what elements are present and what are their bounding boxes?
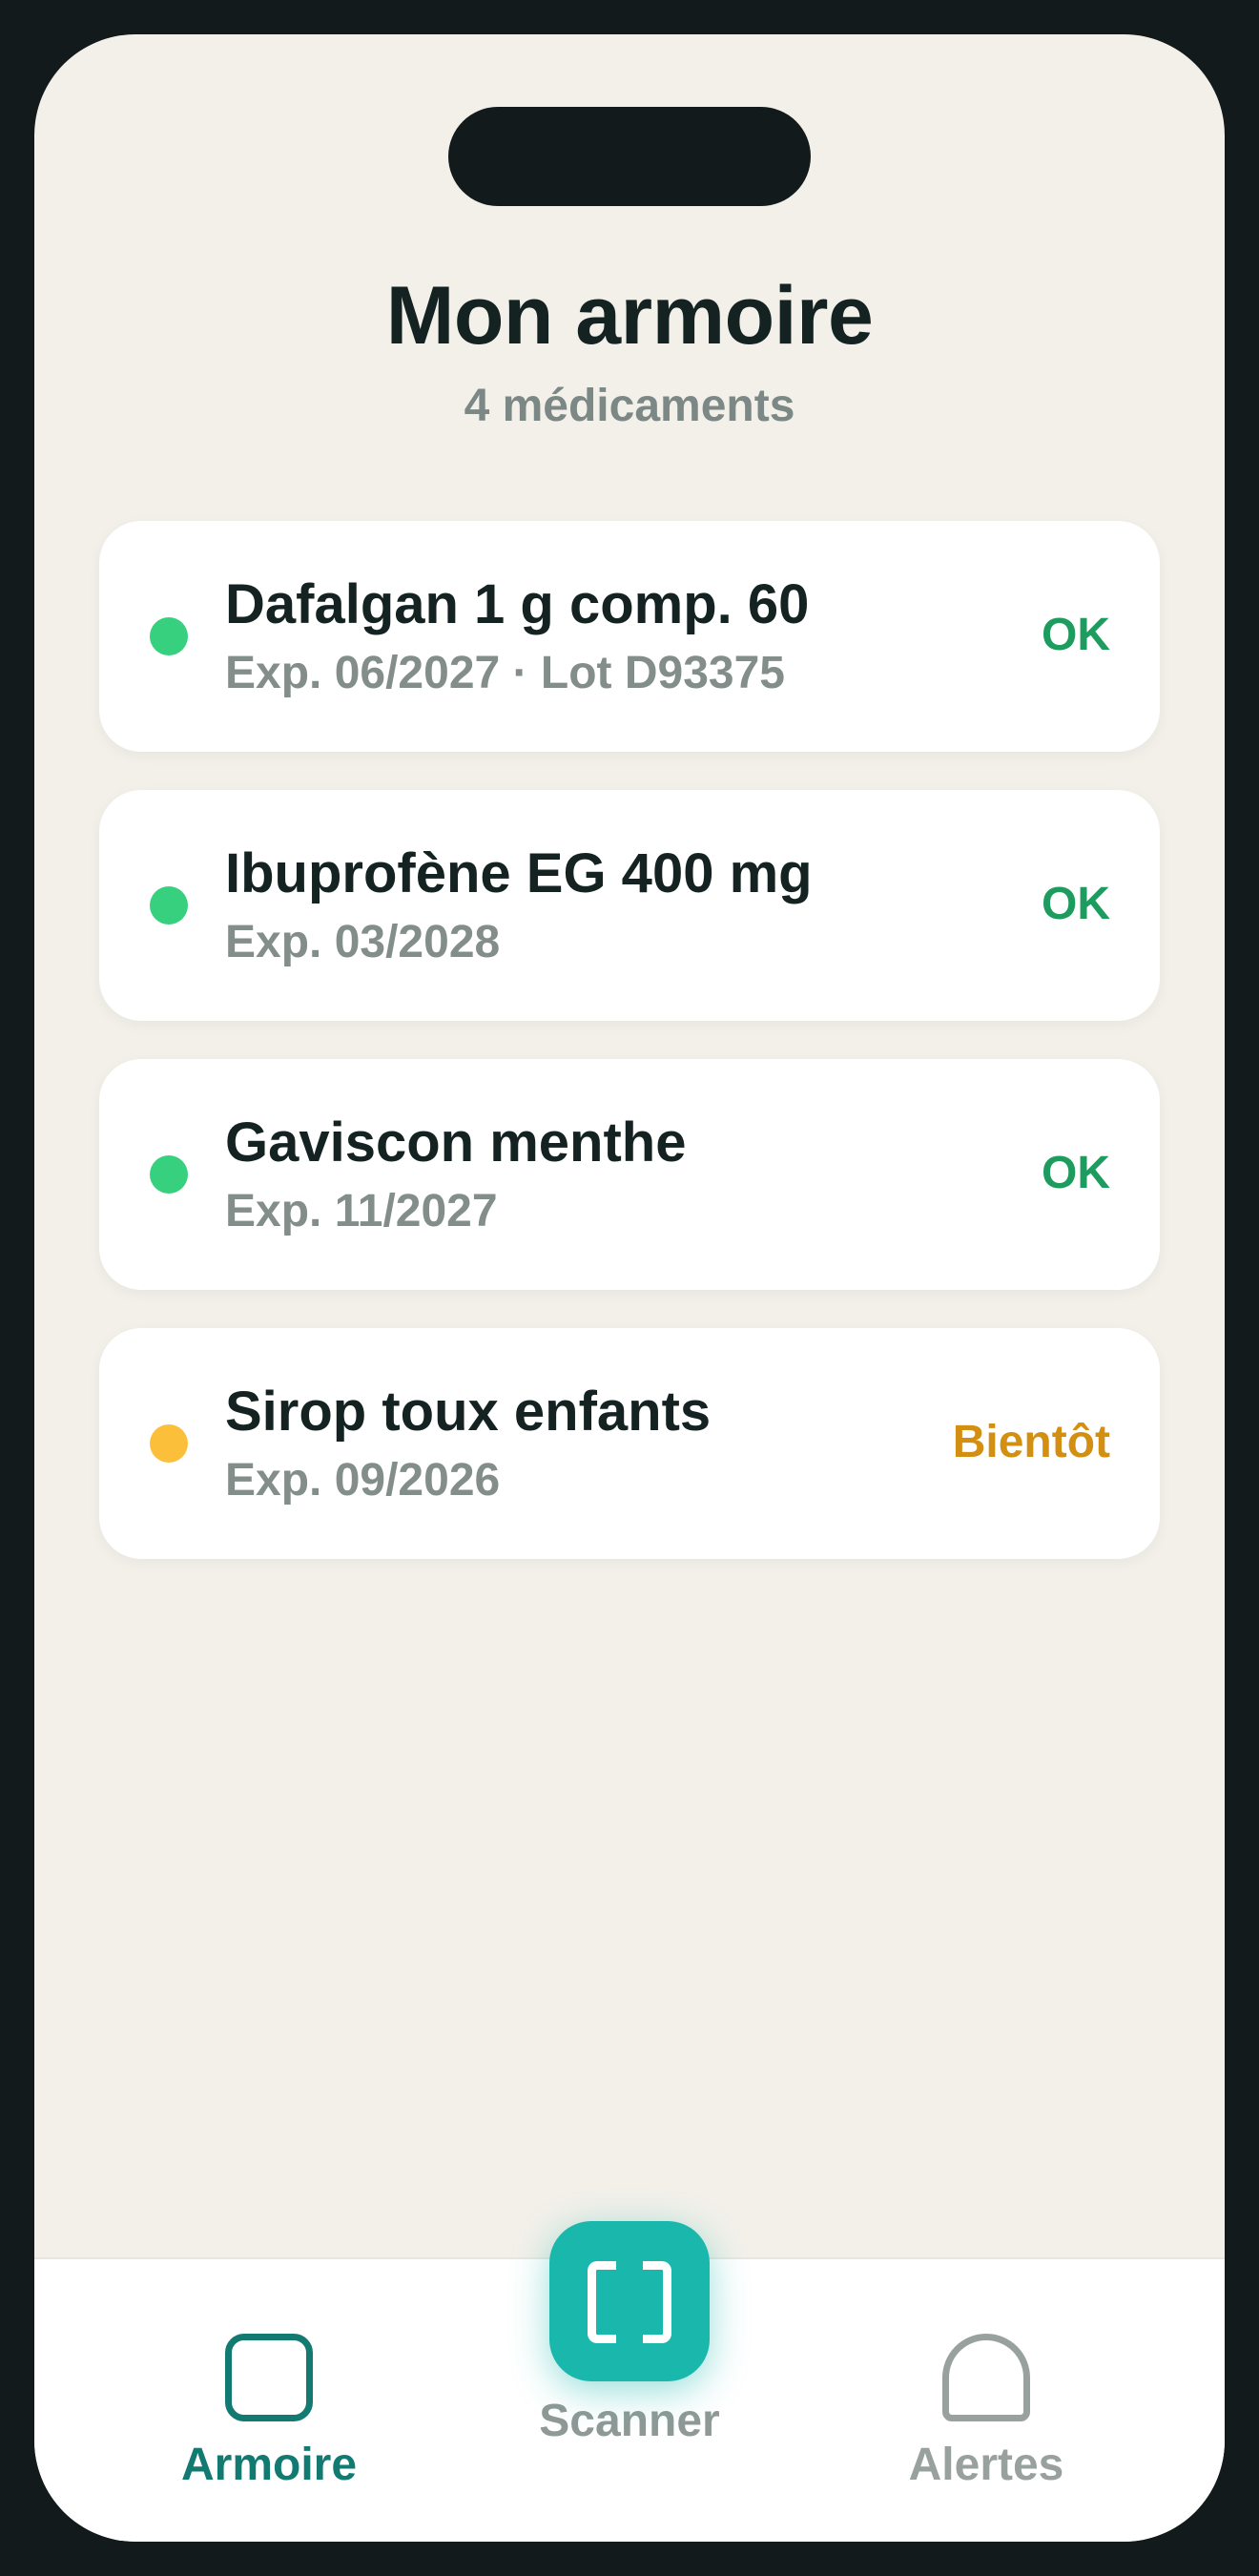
status-dot — [150, 1424, 188, 1463]
bell-icon — [942, 2334, 1030, 2421]
medication-name: Sirop toux enfants — [225, 1381, 712, 1443]
scan-icon-right — [643, 2261, 671, 2343]
medication-card[interactable]: Ibuprofène EG 400 mg Exp. 03/2028 OK — [99, 790, 1160, 1021]
status-dot — [150, 617, 188, 655]
tab-alertes-label: Alertes — [908, 2440, 1064, 2490]
phone-frame: Mon armoire 4 médicaments Dafalgan 1 g c… — [0, 0, 1259, 2576]
medication-card[interactable]: Sirop toux enfants Exp. 09/2026 Bientôt — [99, 1328, 1160, 1559]
scan-icon — [588, 2261, 616, 2343]
medication-expiry: Exp. 09/2026 — [225, 1455, 501, 1506]
medication-expiry: Exp. 06/2027 · Lot D93375 — [225, 648, 785, 698]
page-title: Mon armoire — [385, 270, 874, 362]
medication-card[interactable]: Dafalgan 1 g comp. 60 Exp. 06/2027 · Lot… — [99, 521, 1160, 752]
dynamic-island — [448, 107, 811, 206]
medication-list: Dafalgan 1 g comp. 60 Exp. 06/2027 · Lot… — [99, 521, 1160, 1597]
medication-name: Dafalgan 1 g comp. 60 — [225, 573, 810, 635]
tab-scanner[interactable]: Scanner — [486, 2221, 773, 2447]
cabinet-icon — [225, 2334, 313, 2421]
tab-scanner-label: Scanner — [539, 2396, 720, 2446]
status-dot — [150, 886, 188, 924]
app-screen: Mon armoire 4 médicaments Dafalgan 1 g c… — [34, 34, 1225, 2542]
medication-card[interactable]: Gaviscon menthe Exp. 11/2027 OK — [99, 1059, 1160, 1290]
status-badge: OK — [1042, 1148, 1110, 1198]
medication-count: 4 médicaments — [464, 381, 795, 431]
tab-armoire-label: Armoire — [180, 2440, 358, 2490]
medication-expiry: Exp. 03/2028 — [225, 917, 501, 967]
tab-armoire[interactable]: Armoire — [126, 2334, 412, 2491]
scan-button[interactable] — [549, 2221, 710, 2381]
tab-alertes[interactable]: Alertes — [843, 2334, 1129, 2491]
status-badge: OK — [1042, 879, 1110, 929]
medication-name: Ibuprofène EG 400 mg — [225, 842, 813, 904]
medication-name: Gaviscon menthe — [225, 1111, 687, 1174]
status-dot — [150, 1155, 188, 1194]
tab-bar: Armoire Scanner Alertes — [34, 2221, 1225, 2542]
status-badge: OK — [1042, 610, 1110, 660]
medication-expiry: Exp. 11/2027 — [225, 1186, 498, 1236]
status-badge: Bientôt — [952, 1417, 1110, 1467]
